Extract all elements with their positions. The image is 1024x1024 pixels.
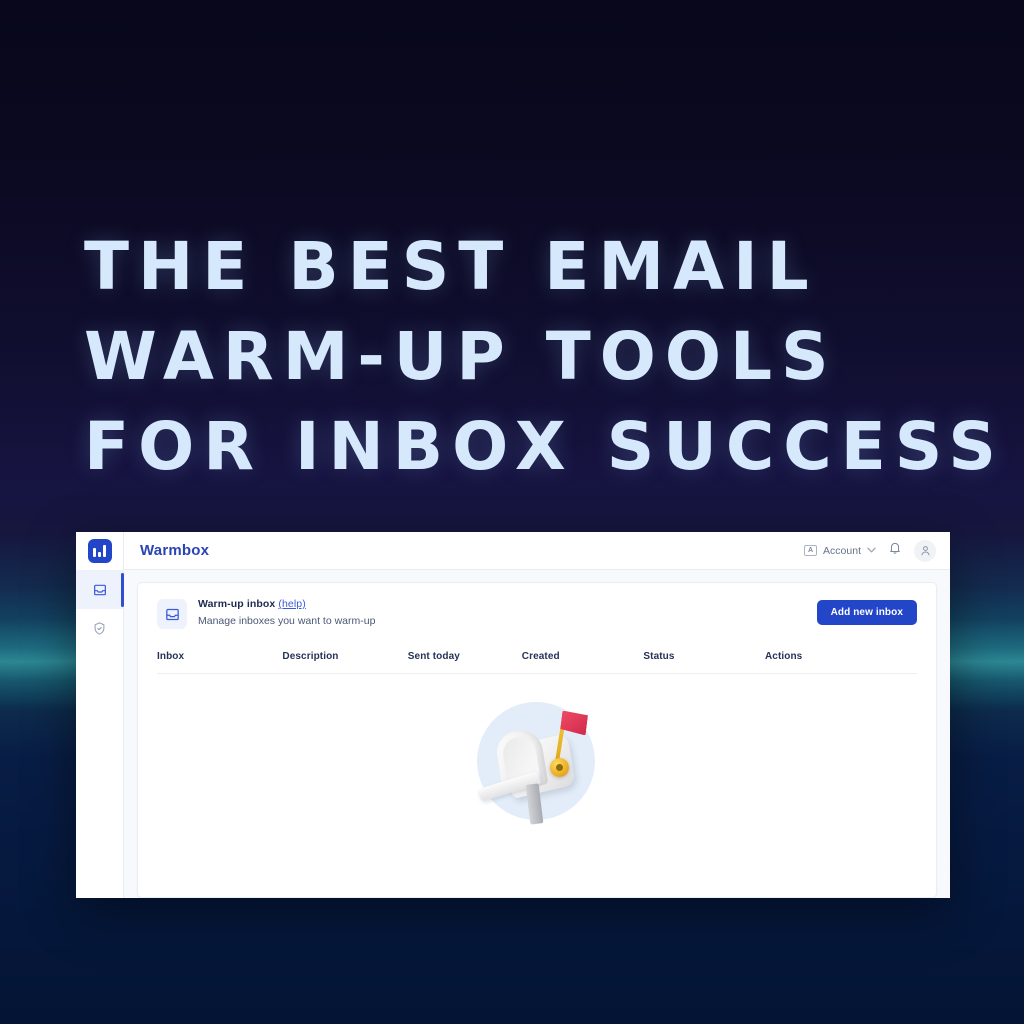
sidebar-item-deliverability[interactable] — [76, 609, 123, 647]
table-header-row: Inbox Description Sent today Created Sta… — [157, 651, 917, 674]
shield-check-icon — [92, 621, 107, 636]
bell-icon[interactable] — [888, 541, 902, 560]
topbar-actions: A Account — [804, 539, 936, 562]
empty-state — [157, 674, 917, 826]
column-header-status[interactable]: Status — [643, 651, 765, 674]
column-header-created[interactable]: Created — [521, 651, 644, 674]
column-header-inbox[interactable]: Inbox — [157, 651, 283, 674]
inbox-icon — [92, 582, 108, 598]
headline-line-3: FOR INBOX SUCCESS — [84, 408, 1005, 486]
mailbox-flag-knob — [550, 758, 569, 777]
help-link[interactable]: (help) — [278, 598, 305, 610]
brand-name: Warmbox — [140, 542, 210, 559]
language-icon: A — [804, 545, 818, 556]
bar-chart-logo-icon — [87, 539, 112, 563]
column-header-actions[interactable]: Actions — [764, 651, 917, 674]
logo-bar-1 — [93, 548, 96, 557]
mailbox-3d-illustration — [472, 696, 602, 826]
poster: THE BEST EMAIL WARM-UP TOOLS FOR INBOX S… — [0, 0, 1024, 1024]
inbox-icon — [157, 599, 187, 629]
add-new-inbox-button[interactable]: Add new inbox — [816, 600, 917, 625]
chevron-down-icon — [867, 547, 876, 555]
account-label: Account — [823, 544, 861, 557]
column-header-description[interactable]: Description — [282, 651, 408, 674]
sidebar-item-warmup-inbox[interactable] — [76, 571, 124, 609]
card-header: Warm-up inbox (help) Manage inboxes you … — [157, 598, 917, 629]
card-title-text: Warm-up inbox — [198, 598, 276, 610]
account-selector[interactable]: A Account — [804, 545, 876, 557]
warmup-inbox-card: Warm-up inbox (help) Manage inboxes you … — [137, 582, 937, 898]
headline-line-1: THE BEST EMAIL — [84, 228, 818, 306]
table-head: Inbox Description Sent today Created Sta… — [157, 651, 917, 674]
logo-bar-3 — [103, 545, 106, 557]
page-title: THE BEST EMAIL WARM-UP TOOLS FOR INBOX S… — [84, 222, 1005, 492]
logo-bar-2 — [98, 552, 101, 557]
card-titles: Warm-up inbox (help) Manage inboxes you … — [198, 598, 375, 627]
topbar: Warmbox A Account — [124, 532, 950, 570]
column-header-sent-today[interactable]: Sent today — [407, 651, 522, 674]
card-subtitle: Manage inboxes you want to warm-up — [198, 615, 376, 627]
content-area: Warm-up inbox (help) Manage inboxes you … — [124, 570, 950, 898]
main-column: Warmbox A Account Warm-up inbox (help) M… — [124, 532, 950, 898]
app-shell: Warmbox A Account Warm-up inbox (help) M… — [76, 532, 950, 898]
headline-line-2: WARM-UP TOOLS — [84, 318, 838, 396]
inbox-table: Inbox Description Sent today Created Sta… — [157, 651, 917, 674]
sidebar — [76, 532, 124, 898]
card-title: Warm-up inbox (help) — [198, 598, 375, 610]
avatar[interactable] — [914, 539, 936, 562]
app-logo[interactable] — [76, 532, 123, 571]
app-screenshot-window: Warmbox A Account Warm-up inbox (help) M… — [76, 532, 950, 898]
